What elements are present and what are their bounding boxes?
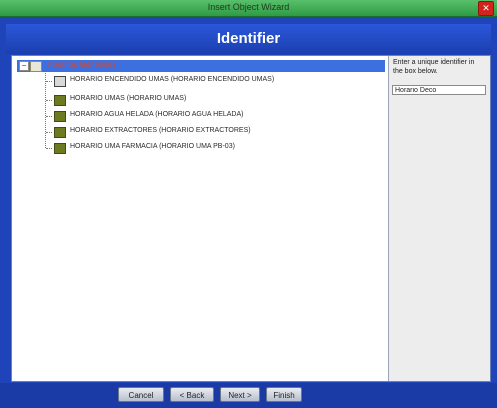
schedule-doc-icon xyxy=(54,76,66,87)
schedule-icon xyxy=(54,127,66,138)
tree-item[interactable]: HORARIO ENCENDIDO UMAS (HORARIO ENCENDID… xyxy=(46,75,376,87)
window-title: Insert Object Wizard xyxy=(207,2,290,12)
page-title: Identifier xyxy=(216,30,281,47)
tree-branch xyxy=(46,100,52,101)
identifier-instructions: Enter a unique identifier in the box bel… xyxy=(393,59,475,75)
object-tree[interactable]: − Horarios Generales HORARIO ENCENDIDO U… xyxy=(12,56,389,381)
tree-branch xyxy=(46,81,52,82)
tree-item-label: HORARIO UMA FARMACIA (HORARIO UMA PB-03) xyxy=(70,143,235,150)
tree-item-label: HORARIO ENCENDIDO UMAS (HORARIO ENCENDID… xyxy=(70,76,275,83)
tree-item-label: HORARIO UMAS (HORARIO UMAS) xyxy=(70,95,187,102)
identifier-panel: Enter a unique identifier in the box bel… xyxy=(389,56,490,381)
tree-item[interactable]: HORARIO EXTRACTORES (HORARIO EXTRACTORES… xyxy=(46,126,376,138)
tree-item[interactable]: HORARIO AGUA HELADA (HORARIO AGUA HELADA… xyxy=(46,110,376,122)
wizard-content: − Horarios Generales HORARIO ENCENDIDO U… xyxy=(11,55,491,382)
collapse-icon[interactable]: − xyxy=(19,61,29,71)
tree-item-label: HORARIO AGUA HELADA (HORARIO AGUA HELADA… xyxy=(70,111,244,118)
tree-item[interactable]: HORARIO UMAS (HORARIO UMAS) xyxy=(46,94,376,106)
tree-root-node[interactable]: − Horarios Generales xyxy=(17,60,385,72)
tree-branch xyxy=(46,116,52,117)
schedule-icon xyxy=(54,95,66,106)
tree-item[interactable]: HORARIO UMA FARMACIA (HORARIO UMA PB-03) xyxy=(46,142,376,154)
back-button[interactable]: < Back xyxy=(170,387,214,402)
tree-branch xyxy=(46,132,52,133)
cancel-button[interactable]: Cancel xyxy=(118,387,164,402)
wizard-header: Identifier xyxy=(6,24,491,54)
schedule-icon xyxy=(54,111,66,122)
title-bar[interactable]: Insert Object Wizard ✕ xyxy=(0,0,497,17)
wizard-window: Insert Object Wizard ✕ Identifier − Hora… xyxy=(0,0,497,408)
folder-icon xyxy=(30,61,42,72)
tree-item-label: HORARIO EXTRACTORES (HORARIO EXTRACTORES… xyxy=(70,127,251,134)
button-bar: Cancel < Back Next > Finish xyxy=(0,383,497,408)
tree-branch xyxy=(46,148,52,149)
identifier-input[interactable] xyxy=(392,85,486,95)
schedule-icon xyxy=(54,143,66,154)
next-button[interactable]: Next > xyxy=(220,387,260,402)
finish-button[interactable]: Finish xyxy=(266,387,302,402)
close-icon[interactable]: ✕ xyxy=(478,1,494,16)
tree-root-label: Horarios Generales xyxy=(47,60,117,69)
